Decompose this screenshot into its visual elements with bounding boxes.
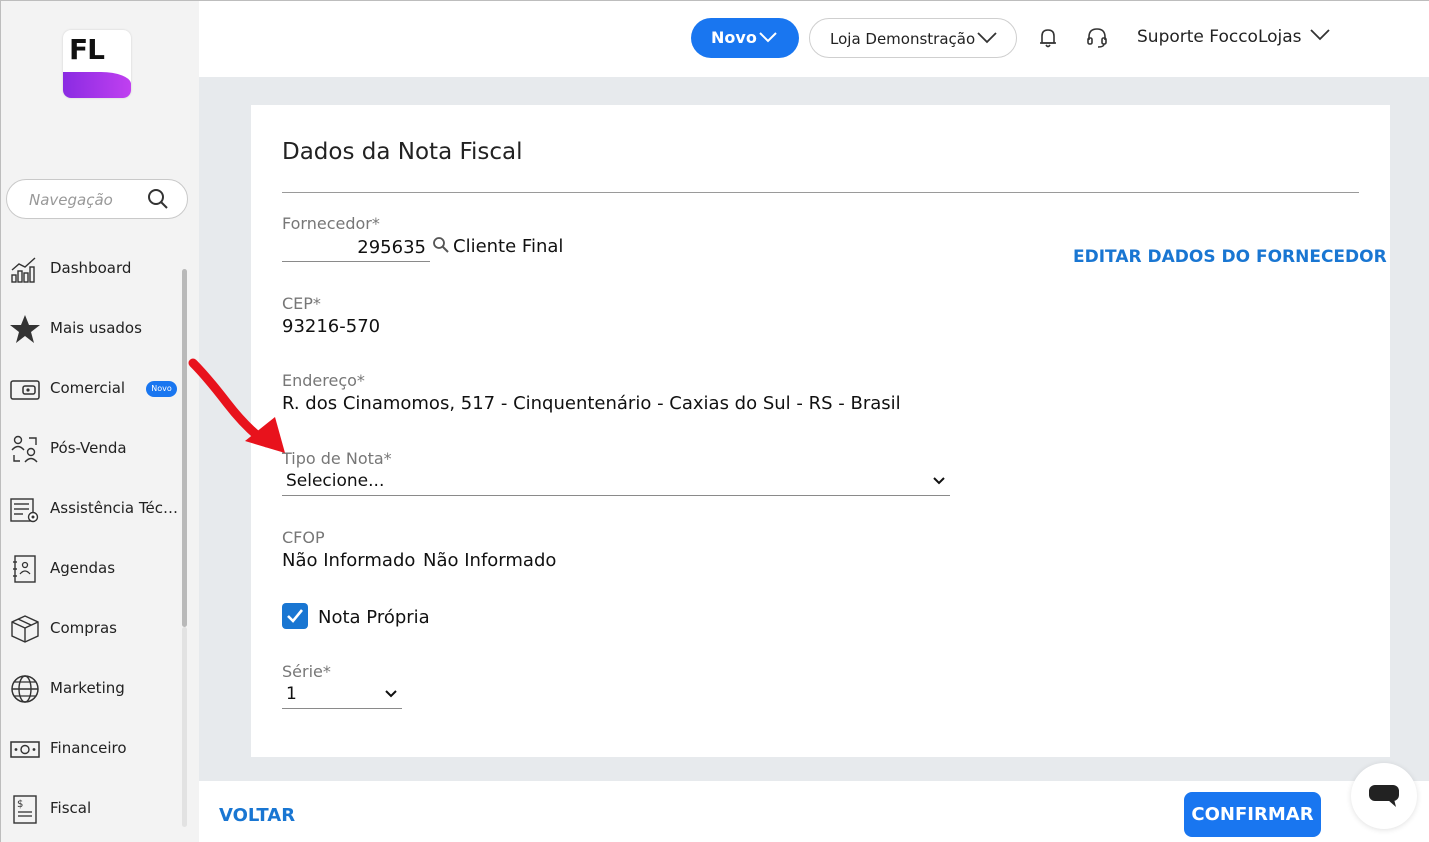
sidebar-item-label: Agendas [50,559,116,577]
confirm-button[interactable]: CONFIRMAR [1184,792,1321,837]
dollar-document-icon: $ [13,795,37,824]
invoice-data-card: Dados da Nota Fiscal Fornecedor* 295635 … [251,105,1390,757]
globe-icon [11,675,39,703]
logo-band [63,72,131,98]
headset-icon[interactable] [1086,27,1108,49]
cfop-label: CFOP [282,528,325,547]
sidebar-item-label: Pós-Venda [50,439,127,457]
sidebar-item-label: Assistência Técnica [50,499,180,517]
sidebar-item-compras[interactable]: Compras [1,609,183,649]
sidebar-item-pos-venda[interactable]: Pós-Venda [1,429,183,469]
back-button[interactable]: VOLTAR [219,805,295,826]
sidebar-item-dashboard[interactable]: Dashboard [1,249,183,289]
sidebar-item-label: Mais usados [50,319,142,337]
page-title: Dados da Nota Fiscal [282,139,523,165]
chevron-down-icon [1310,29,1330,41]
svg-text:$: $ [17,799,23,810]
series-select[interactable]: 1 [282,681,402,709]
series-selected: 1 [286,684,297,704]
sidebar-item-label: Compras [50,619,117,637]
footer-bar: VOLTAR CONFIRMAR [199,781,1429,842]
chat-icon [1369,785,1399,807]
wallet-icon [10,380,40,400]
store-select-label: Loja Demonstração [830,30,976,48]
navigation-search-placeholder: Navegação [29,191,113,209]
chevron-down-icon [385,690,397,698]
chevron-down-icon [977,32,997,44]
cfop-value-2: Não Informado [423,550,557,571]
note-type-selected: Selecione... [286,471,385,491]
magnifier-icon[interactable] [432,236,450,254]
sidebar-item-financeiro[interactable]: Financeiro [1,729,183,769]
sidebar-scroll-track[interactable] [182,627,187,827]
sidebar-item-label: Comercial [50,379,126,397]
user-menu[interactable]: Suporte FoccoLojas [1137,27,1330,47]
bell-icon[interactable] [1037,27,1059,49]
top-bar: Novo Loja Demonstração Suporte FoccoLoja… [199,1,1429,77]
money-icon [10,741,40,758]
navigation-search[interactable]: Navegação [6,179,188,219]
new-button-label: Novo [711,28,757,47]
store-select[interactable]: Loja Demonstração [809,18,1017,58]
logo-text: FL [69,33,105,66]
sidebar: FL Navegação Dashboard Mais usados Comer… [1,1,199,842]
chevron-down-icon [759,32,777,43]
people-exchange-icon [11,435,38,463]
supplier-name: Cliente Final [453,236,564,257]
title-divider [282,192,1359,193]
checkmark-icon [287,609,304,623]
sidebar-item-label: Dashboard [50,259,132,277]
supplier-code-field[interactable]: 295635 [282,235,430,262]
chevron-down-icon [933,477,945,485]
own-note-label[interactable]: Nota Própria [318,607,430,628]
sidebar-item-comercial[interactable]: Comercial Novo [1,369,183,409]
supplier-label: Fornecedor* [282,214,380,233]
note-type-label: Tipo de Nota* [282,449,392,468]
cep-label: CEP* [282,294,321,313]
sidebar-item-fiscal[interactable]: $ Fiscal [1,789,183,829]
series-label: Série* [282,662,331,681]
edit-supplier-link[interactable]: EDITAR DADOS DO FORNECEDOR [1073,247,1387,267]
address-value: R. dos Cinamomos, 517 - Cinquentenário -… [282,393,901,414]
sidebar-item-label: Financeiro [50,739,127,757]
sidebar-item-assistencia-tecnica[interactable]: Assistência Técnica [1,489,183,529]
sidebar-item-mais-usados[interactable]: Mais usados [1,309,183,349]
cep-value: 93216-570 [282,316,381,337]
sidebar-item-marketing[interactable]: Marketing [1,669,183,709]
sidebar-item-agendas[interactable]: Agendas [1,549,183,589]
user-name: Suporte FoccoLojas [1137,27,1302,47]
new-button[interactable]: Novo [691,18,799,58]
app-logo[interactable]: FL [63,30,131,98]
own-note-checkbox[interactable] [282,603,308,629]
sidebar-item-label: Fiscal [50,799,92,817]
annotation-arrow [188,358,285,453]
box-icon [11,615,39,643]
agenda-icon [13,555,36,583]
sidebar-item-label: Marketing [50,679,125,697]
cfop-value-1: Não Informado [282,550,416,571]
chat-widget-button[interactable] [1351,763,1417,829]
note-type-select[interactable]: Selecione... [282,468,950,496]
search-icon[interactable] [147,188,169,210]
new-badge: Novo [146,381,177,397]
star-icon [10,315,40,343]
chart-icon [11,257,36,283]
tools-list-icon [10,498,39,523]
